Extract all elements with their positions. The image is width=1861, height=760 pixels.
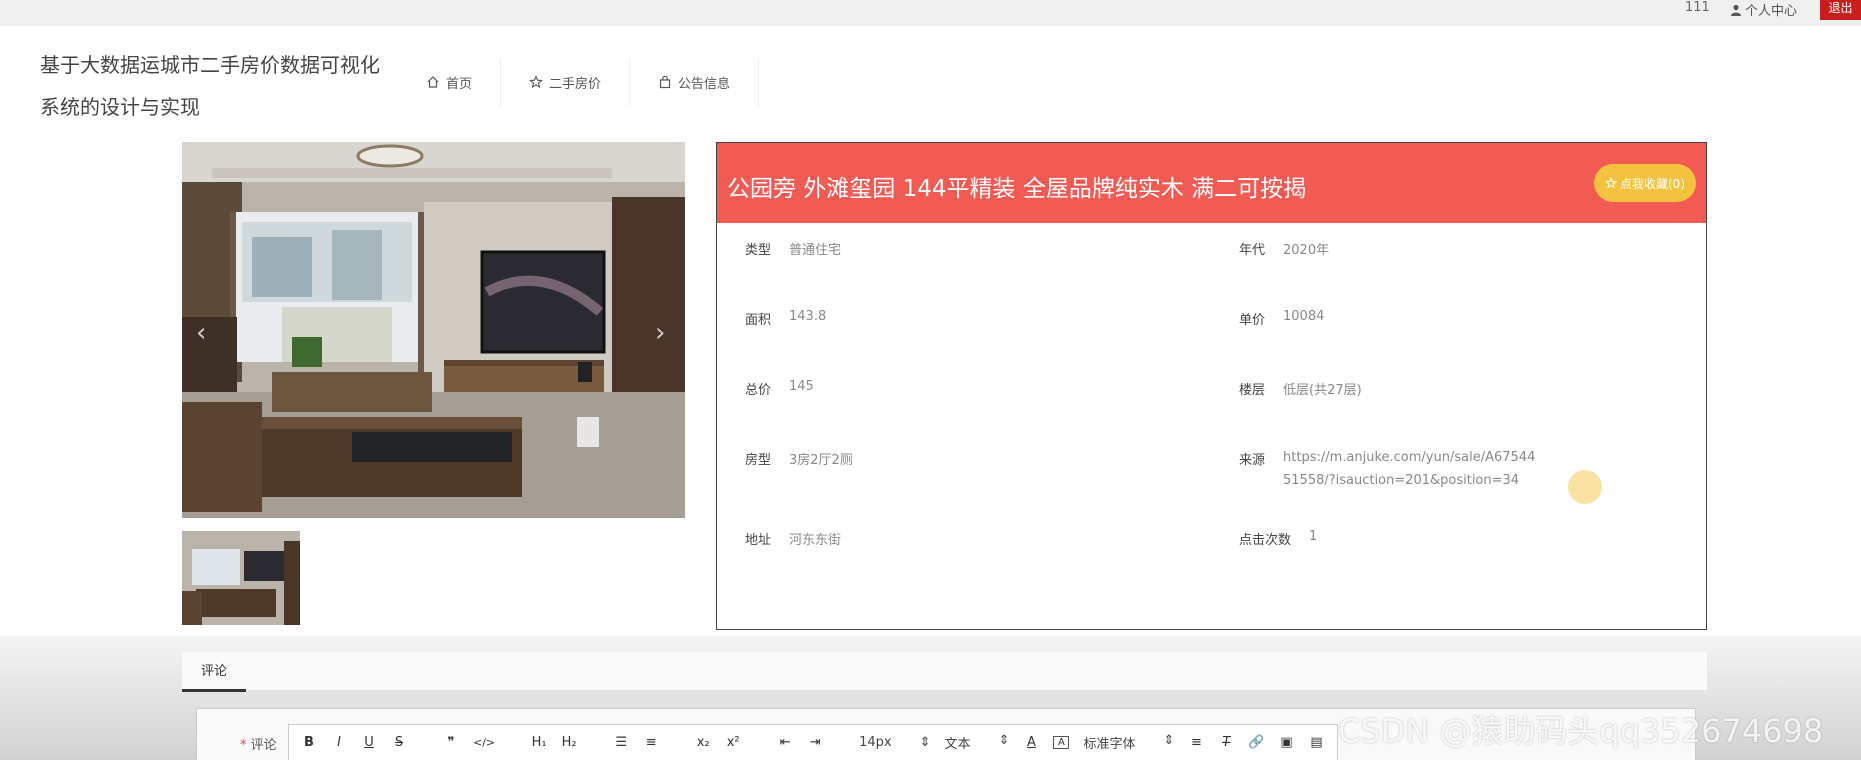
background-color-icon[interactable]: A [1053, 736, 1070, 749]
field-value: 143.8 [789, 309, 827, 324]
watermark: CSDN @猿助码头qq352674698 [1338, 712, 1824, 750]
field-value: 2020年 [1283, 243, 1330, 258]
subscript-icon[interactable]: x₂ [695, 735, 711, 750]
align-icon[interactable]: ≡ [1188, 735, 1204, 750]
listing-header: 公园旁 外滩玺园 144平精装 全屋品牌纯实木 满二可按揭 点我收藏(0) [717, 143, 1706, 223]
comment-field-label: * 评论 [240, 734, 277, 753]
font-color-icon[interactable]: A [1023, 735, 1039, 750]
field-label: 总价 [745, 383, 772, 398]
field-unit-price: 单价 10084 [1239, 309, 1324, 328]
chevron-updown-icon: ⇕ [998, 733, 1010, 748]
field-type: 类型 普通住宅 [745, 239, 841, 258]
tab-comments[interactable]: 评论 [182, 652, 246, 692]
field-label: 年代 [1239, 243, 1266, 258]
favorite-button[interactable]: 点我收藏(0) [1594, 164, 1696, 202]
strike-icon[interactable]: S [391, 735, 407, 750]
superscript-icon[interactable]: x² [725, 735, 741, 750]
link-icon[interactable]: 🔗 [1248, 735, 1264, 750]
code-icon[interactable]: </> [473, 736, 495, 749]
field-total-price: 总价 145 [745, 379, 814, 398]
cursor-highlight [1568, 470, 1602, 504]
field-area: 面积 143.8 [745, 309, 826, 328]
field-value: 普通住宅 [789, 243, 842, 258]
nav-label: 公告信息 [678, 76, 731, 92]
user-id: 111 [1685, 0, 1710, 15]
personal-center-label: 个人中心 [1745, 4, 1798, 19]
bold-icon[interactable]: B [301, 735, 317, 750]
bullet-list-icon[interactable]: ≡ [643, 735, 659, 750]
nav-label: 首页 [446, 76, 473, 92]
chevron-updown-icon: ⇕ [919, 735, 931, 750]
font-family-select[interactable]: 标准字体 ⇕ [1083, 733, 1174, 752]
field-value: 145 [789, 379, 814, 394]
listing-title: 公园旁 外滩玺园 144平精装 全屋品牌纯实木 满二可按揭 [727, 176, 1307, 202]
field-value: 1 [1309, 529, 1318, 544]
field-year: 年代 2020年 [1239, 239, 1329, 258]
image-icon[interactable]: ▣ [1279, 735, 1295, 750]
gallery-next-arrow[interactable]: › [655, 318, 665, 348]
font-size-select[interactable]: 14px ⇕ [859, 735, 930, 750]
field-label: 类型 [745, 243, 772, 258]
home-icon [427, 76, 439, 88]
editor-toolbar: B I U S ❞ </> H₁ H₂ ☰ ≡ x₂ x² ⇤ ⇥ 14px ⇕… [288, 724, 1338, 760]
outdent-icon[interactable]: ⇤ [777, 735, 793, 750]
indent-icon[interactable]: ⇥ [807, 735, 823, 750]
star-icon [529, 75, 544, 89]
star-icon [1605, 177, 1617, 189]
field-layout: 房型 3房2厅2厕 [745, 449, 853, 468]
field-label: 地址 [745, 533, 772, 548]
font-family-value: 标准字体 [1083, 737, 1136, 752]
underline-icon[interactable]: U [361, 735, 377, 750]
video-icon[interactable]: ▤ [1309, 735, 1325, 750]
field-label: 单价 [1239, 313, 1266, 328]
top-strip: 111 个人中心 退出 [0, 0, 1861, 26]
field-floor: 楼层 低层(共27层) [1239, 379, 1362, 398]
personal-center-link[interactable]: 个人中心 [1730, 0, 1797, 19]
listing-thumbnail[interactable] [182, 531, 300, 625]
heading1-icon[interactable]: H₁ [531, 735, 547, 750]
main-nav: 首页 二手房价 公告信息 [406, 58, 760, 108]
listing-photo [182, 142, 685, 518]
paragraph-value: 文本 [944, 737, 971, 752]
site-title: 基于大数据运城市二手房价数据可视化系统的设计与实现 [40, 53, 380, 119]
field-label: 楼层 [1239, 383, 1266, 398]
field-value: 低层(共27层) [1283, 383, 1362, 398]
favorite-label: 点我收藏(0) [1620, 176, 1685, 191]
nav-item-house-prices[interactable]: 二手房价 [501, 58, 631, 106]
field-address: 地址 河东东街 [745, 529, 841, 548]
comment-tabs: 评论 [182, 652, 1707, 692]
heading2-icon[interactable]: H₂ [561, 735, 577, 750]
field-clicks: 点击次数 1 [1239, 529, 1317, 548]
user-icon [1731, 4, 1741, 16]
bag-icon [659, 75, 671, 89]
source-link[interactable]: https://m.anjuke.com/yun/sale/A675445155… [1283, 446, 1539, 492]
comment-label-text: 评论 [250, 738, 277, 753]
blockquote-icon[interactable]: ❞ [443, 735, 459, 750]
ordered-list-icon[interactable]: ☰ [613, 735, 629, 750]
field-value: 10084 [1283, 309, 1325, 324]
chevron-updown-icon: ⇕ [1163, 733, 1175, 748]
font-size-value: 14px [859, 735, 892, 750]
listing-detail-panel: 公园旁 外滩玺园 144平精装 全屋品牌纯实木 满二可按揭 点我收藏(0) 类型… [716, 142, 1707, 630]
nav-item-announcements[interactable]: 公告信息 [630, 58, 760, 106]
clear-format-icon[interactable]: T̶ [1218, 735, 1234, 750]
gallery-prev-arrow[interactable]: ‹ [196, 318, 206, 348]
field-source: 来源 https://m.anjuke.com/yun/sale/A675445… [1239, 449, 1539, 492]
field-label: 来源 [1239, 453, 1266, 468]
italic-icon[interactable]: I [331, 735, 347, 750]
logout-button[interactable]: 退出 [1820, 0, 1861, 20]
field-value: 3房2厅2厕 [789, 453, 853, 468]
nav-label: 二手房价 [549, 76, 602, 92]
field-value: 河东东街 [789, 533, 842, 548]
required-marker: * [240, 738, 247, 753]
paragraph-select[interactable]: 文本 ⇕ [945, 733, 1010, 752]
field-label: 房型 [745, 453, 772, 468]
field-label: 面积 [745, 313, 772, 328]
field-label: 点击次数 [1239, 533, 1292, 548]
nav-item-home[interactable]: 首页 [406, 58, 502, 106]
